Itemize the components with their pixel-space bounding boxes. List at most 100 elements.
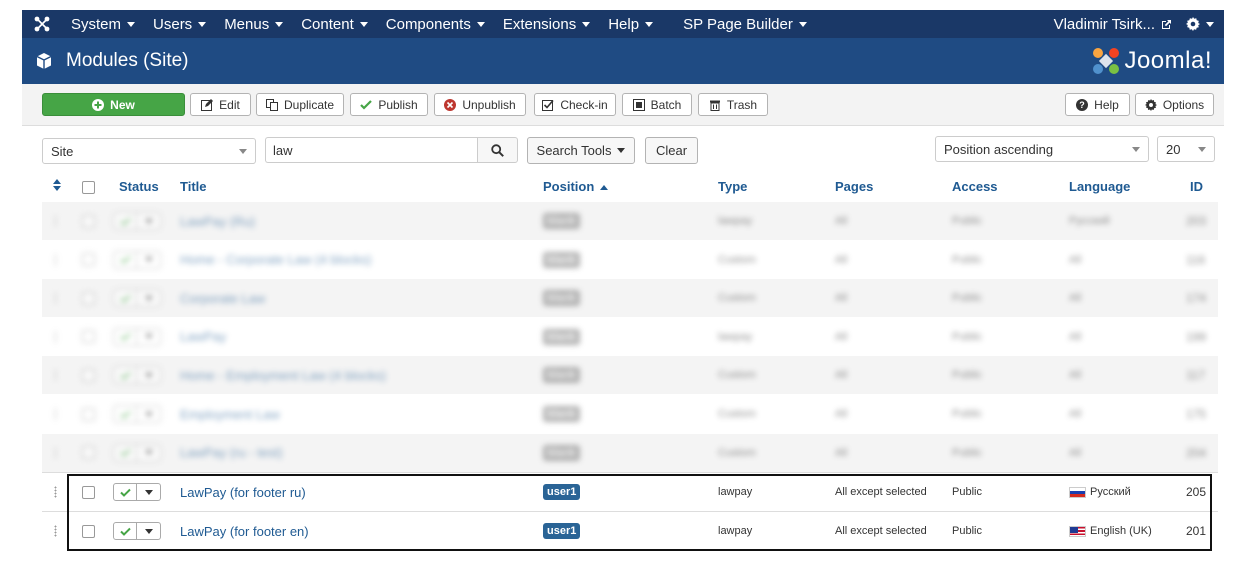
menu-users[interactable]: Users [144, 10, 215, 38]
chevron-down-icon [798, 21, 807, 27]
title-header[interactable]: Title [180, 179, 207, 194]
menu-help[interactable]: Help [599, 10, 662, 38]
language-header[interactable]: Language [1069, 179, 1130, 194]
drag-handle[interactable] [54, 395, 57, 433]
menu-system[interactable]: System [62, 10, 144, 38]
published-button[interactable] [113, 327, 137, 346]
module-title-link[interactable]: Corporate Law [180, 291, 265, 306]
status-toggle[interactable] [113, 434, 161, 472]
status-toggle[interactable] [113, 241, 161, 279]
duplicate-button[interactable]: Duplicate [256, 93, 344, 116]
limit-select[interactable]: 20 [1157, 136, 1215, 162]
status-dropdown-button[interactable] [137, 366, 161, 385]
module-title-link[interactable]: Home - Corporate Law (4 blocks) [180, 252, 371, 267]
publish-button[interactable]: Publish [350, 93, 428, 116]
row-checkbox[interactable] [82, 395, 95, 433]
help-button[interactable]: ? Help [1065, 93, 1130, 116]
module-title-link[interactable]: LawPay (ru - test) [180, 445, 283, 460]
row-checkbox[interactable] [82, 356, 95, 394]
search-input[interactable]: law [265, 137, 478, 163]
row-title-cell: Home - Employment Law (4 blocks) [180, 356, 386, 394]
status-dropdown-button[interactable] [137, 327, 161, 346]
user-menu[interactable]: Vladimir Tsirk... [1054, 16, 1186, 33]
module-title-link[interactable]: LawPay [180, 329, 226, 344]
client-select[interactable]: Site [42, 138, 256, 164]
status-toggle[interactable] [113, 318, 161, 356]
menu-components[interactable]: Components [377, 10, 494, 38]
status-header[interactable]: Status [119, 179, 159, 194]
row-checkbox[interactable] [82, 241, 95, 279]
select-all-checkbox[interactable] [82, 181, 95, 194]
search-tools-button[interactable]: Search Tools [527, 137, 635, 164]
edit-button[interactable]: Edit [190, 93, 251, 116]
drag-handle[interactable] [54, 512, 57, 550]
status-toggle[interactable] [113, 356, 161, 394]
trash-button[interactable]: Trash [698, 93, 768, 116]
options-button[interactable]: Options [1135, 93, 1214, 116]
type-header[interactable]: Type [718, 179, 747, 194]
status-dropdown-button[interactable] [137, 250, 161, 269]
status-dropdown-button[interactable] [137, 212, 161, 230]
checkin-button[interactable]: Check-in [534, 93, 616, 116]
sort-ordering-header[interactable] [53, 179, 61, 194]
drag-handle[interactable] [54, 473, 57, 511]
drag-handle[interactable] [54, 202, 57, 240]
published-button[interactable] [113, 405, 137, 423]
drag-handle[interactable] [54, 279, 57, 317]
menu-sp-page-builder[interactable]: SP Page Builder [674, 10, 816, 38]
drag-handle[interactable] [54, 434, 57, 472]
joomla-menu-icon[interactable] [22, 10, 62, 38]
row-id: 174 [1186, 291, 1207, 306]
status-toggle[interactable] [113, 395, 161, 433]
batch-button[interactable]: Batch [622, 93, 692, 116]
batch-icon [632, 98, 645, 111]
status-toggle[interactable] [113, 279, 161, 317]
status-dropdown-button[interactable] [137, 289, 161, 308]
row-title-cell: LawPay (Ru) [180, 202, 255, 240]
row-checkbox[interactable] [82, 434, 95, 472]
position-header[interactable]: Position [543, 179, 608, 194]
position-badge: blank [543, 328, 580, 345]
module-title-link[interactable]: Home - Employment Law (4 blocks) [180, 368, 386, 383]
status-dropdown-button[interactable] [137, 405, 161, 423]
settings-menu[interactable] [1186, 17, 1224, 31]
published-button[interactable] [113, 212, 137, 230]
checkin-button-label: Check-in [560, 97, 608, 112]
status-button-group [113, 250, 161, 269]
chevron-down-icon [275, 21, 284, 27]
row-checkbox[interactable] [82, 202, 95, 240]
module-title-link[interactable]: Employment Law [180, 407, 280, 422]
new-button[interactable]: New [42, 93, 185, 116]
published-button[interactable] [113, 366, 137, 385]
status-dropdown-button[interactable] [137, 443, 161, 462]
module-title-link[interactable]: LawPay (Ru) [180, 214, 255, 229]
edit-icon [201, 98, 214, 111]
row-position-cell: blank [543, 395, 580, 433]
row-language: All [1069, 369, 1082, 382]
menu-content[interactable]: Content [292, 10, 377, 38]
row-checkbox[interactable] [82, 279, 95, 317]
row-type: lawpay [718, 215, 753, 227]
id-header[interactable]: ID [1190, 179, 1203, 194]
unpublish-button[interactable]: Unpublish [434, 93, 526, 116]
row-pages: All [835, 330, 848, 343]
published-button[interactable] [113, 443, 137, 462]
menu-extensions[interactable]: Extensions [494, 10, 599, 38]
search-button[interactable] [477, 137, 518, 163]
ordering-select-value: Position ascending [944, 141, 1054, 157]
published-button[interactable] [113, 250, 137, 269]
access-header[interactable]: Access [952, 179, 998, 194]
pages-header[interactable]: Pages [835, 179, 873, 194]
published-button[interactable] [113, 289, 137, 308]
row-title-cell: Employment Law [180, 395, 280, 433]
drag-handle[interactable] [54, 356, 57, 394]
ordering-select[interactable]: Position ascending [935, 136, 1149, 162]
menu-sp-page-builder-label: SP Page Builder [683, 15, 793, 33]
drag-handle[interactable] [54, 241, 57, 279]
row-checkbox[interactable] [82, 318, 95, 356]
clear-button[interactable]: Clear [645, 137, 698, 164]
drag-handle[interactable] [54, 318, 57, 356]
menu-menus[interactable]: Menus [215, 10, 292, 38]
status-toggle[interactable] [113, 202, 161, 240]
blurred-row-content: Corporate Law blank Custom All Public All 174 [42, 279, 1218, 317]
